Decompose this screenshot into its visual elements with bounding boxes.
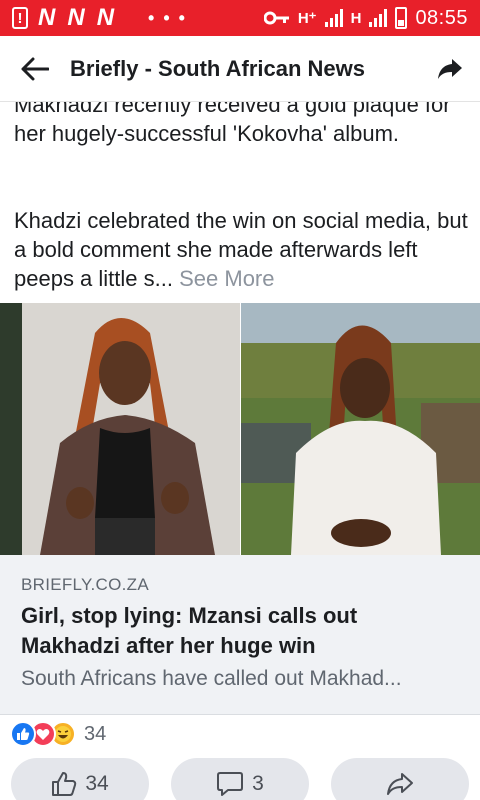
post-paragraph-2: Khadzi celebrated the win on social medi…: [14, 206, 470, 293]
thumbs-up-icon: [52, 772, 77, 796]
share-page-button[interactable]: [420, 36, 480, 102]
share-icon: [387, 773, 413, 795]
network-type: H⁺: [297, 10, 317, 27]
reactions-summary[interactable]: 34: [10, 719, 106, 749]
network-type-2: H: [350, 9, 362, 27]
signal-icon: [324, 9, 343, 27]
key-icon: [263, 11, 289, 25]
alert-icon: !: [12, 7, 28, 29]
see-more-link[interactable]: See More: [179, 266, 274, 291]
photo-left: [0, 303, 240, 555]
notification-n-icon: N: [38, 4, 58, 31]
post-paragraph-1: Makhadzi recently received a gold plaque…: [14, 102, 451, 146]
status-bar: ! N N N • • • H⁺ H 08:55: [0, 0, 480, 36]
signal-icon: [369, 9, 388, 27]
app-bar: Briefly - South African News: [0, 36, 480, 102]
notification-n-icon: N: [96, 4, 117, 31]
like-button[interactable]: 34: [11, 758, 149, 800]
battery-icon: [395, 7, 408, 29]
comment-icon: [217, 772, 244, 796]
comment-button[interactable]: 3: [171, 758, 309, 800]
reaction-count: 34: [84, 722, 107, 745]
share-button[interactable]: [331, 758, 469, 800]
back-button[interactable]: [0, 36, 70, 102]
like-count: 34: [85, 772, 109, 795]
more-notifications-icon: • • •: [148, 7, 187, 28]
back-arrow-icon: [21, 57, 49, 80]
link-preview-image[interactable]: [0, 303, 480, 555]
link-description: South Africans have called out Makhad...: [21, 667, 402, 690]
link-title: Girl, stop lying: Mzansi calls out Makha…: [21, 603, 358, 658]
photo-right: [241, 303, 480, 555]
like-icon: [10, 721, 36, 747]
clock: 08:55: [415, 6, 468, 29]
page-title: Briefly - South African News: [70, 55, 366, 81]
share-arrow-icon: [438, 58, 462, 79]
link-preview-meta[interactable]: BRIEFLY.CO.ZA Girl, stop lying: Mzansi c…: [0, 555, 480, 715]
link-domain: BRIEFLY.CO.ZA: [21, 575, 149, 594]
notification-n-icon: N: [67, 4, 87, 31]
comment-count: 3: [252, 772, 264, 795]
post-text-clipped: Makhadzi recently received a gold plaque…: [0, 102, 480, 162]
